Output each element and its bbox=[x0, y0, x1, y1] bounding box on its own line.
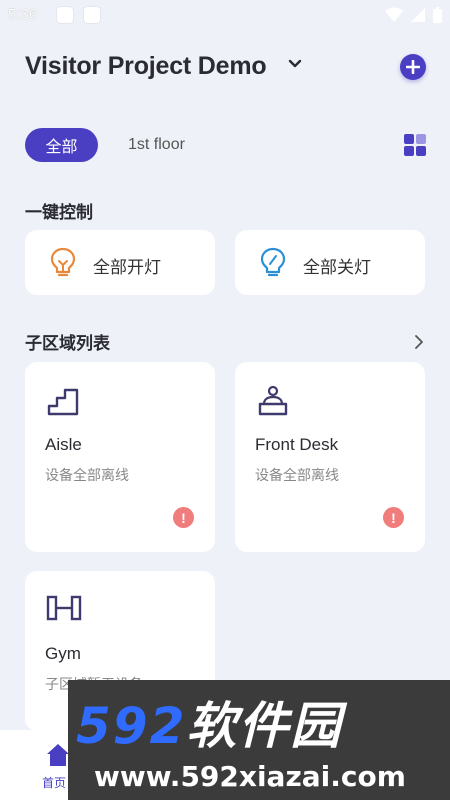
battery-icon bbox=[433, 7, 442, 23]
front-desk-icon bbox=[258, 385, 288, 416]
sub-area-name: Front Desk bbox=[255, 435, 339, 454]
tab-all[interactable]: 全部 bbox=[25, 128, 98, 162]
warning-icon: ! bbox=[383, 507, 404, 528]
all-lights-off-button[interactable]: 全部关灯 bbox=[235, 230, 425, 295]
tab-1st-floor[interactable]: 1st floor bbox=[128, 136, 185, 154]
lightbulb-off-icon bbox=[260, 247, 286, 277]
add-button[interactable] bbox=[400, 54, 426, 80]
status-time: 5:36 bbox=[8, 6, 38, 23]
signal-icon bbox=[411, 8, 425, 22]
sub-area-name: Gym bbox=[45, 644, 81, 663]
sub-area-card-aisle[interactable]: Aisle 设备全部离线 ! bbox=[25, 362, 215, 552]
watermark-url: www.592xiazai.com bbox=[94, 760, 406, 793]
watermark-banner: 592软件园 www.592xiazai.com bbox=[68, 680, 450, 800]
floor-tabs: 全部 1st floor bbox=[25, 128, 185, 162]
quick-control-title: 一键控制 bbox=[25, 203, 93, 222]
watermark-logo: 592软件园 bbox=[76, 697, 343, 755]
lightbulb-on-icon bbox=[50, 247, 76, 277]
project-title[interactable]: Visitor Project Demo bbox=[25, 52, 267, 81]
status-bar: 5:36 bbox=[0, 0, 450, 32]
status-icons bbox=[385, 7, 442, 23]
grid-view-icon[interactable] bbox=[404, 134, 426, 156]
sub-area-status: 设备全部离线 bbox=[45, 467, 129, 483]
sub-area-status: 设备全部离线 bbox=[255, 467, 339, 483]
plus-icon bbox=[406, 60, 420, 74]
dumbbell-icon bbox=[46, 595, 82, 621]
all-lights-off-label: 全部关灯 bbox=[303, 258, 371, 277]
notification-icon bbox=[84, 7, 100, 23]
notification-icon bbox=[57, 7, 73, 23]
all-lights-on-button[interactable]: 全部开灯 bbox=[25, 230, 215, 295]
sub-area-list-title: 子区域列表 bbox=[25, 334, 110, 353]
wifi-icon bbox=[385, 7, 403, 22]
chevron-down-icon[interactable] bbox=[287, 56, 303, 72]
header: Visitor Project Demo bbox=[25, 50, 426, 86]
sub-area-name: Aisle bbox=[45, 435, 82, 454]
warning-icon: ! bbox=[173, 507, 194, 528]
all-lights-on-label: 全部开灯 bbox=[93, 258, 161, 277]
stairs-icon bbox=[47, 388, 79, 416]
sub-area-card-front-desk[interactable]: Front Desk 设备全部离线 ! bbox=[235, 362, 425, 552]
tab-home-label: 首页 bbox=[42, 776, 67, 790]
chevron-right-icon[interactable] bbox=[413, 334, 425, 350]
